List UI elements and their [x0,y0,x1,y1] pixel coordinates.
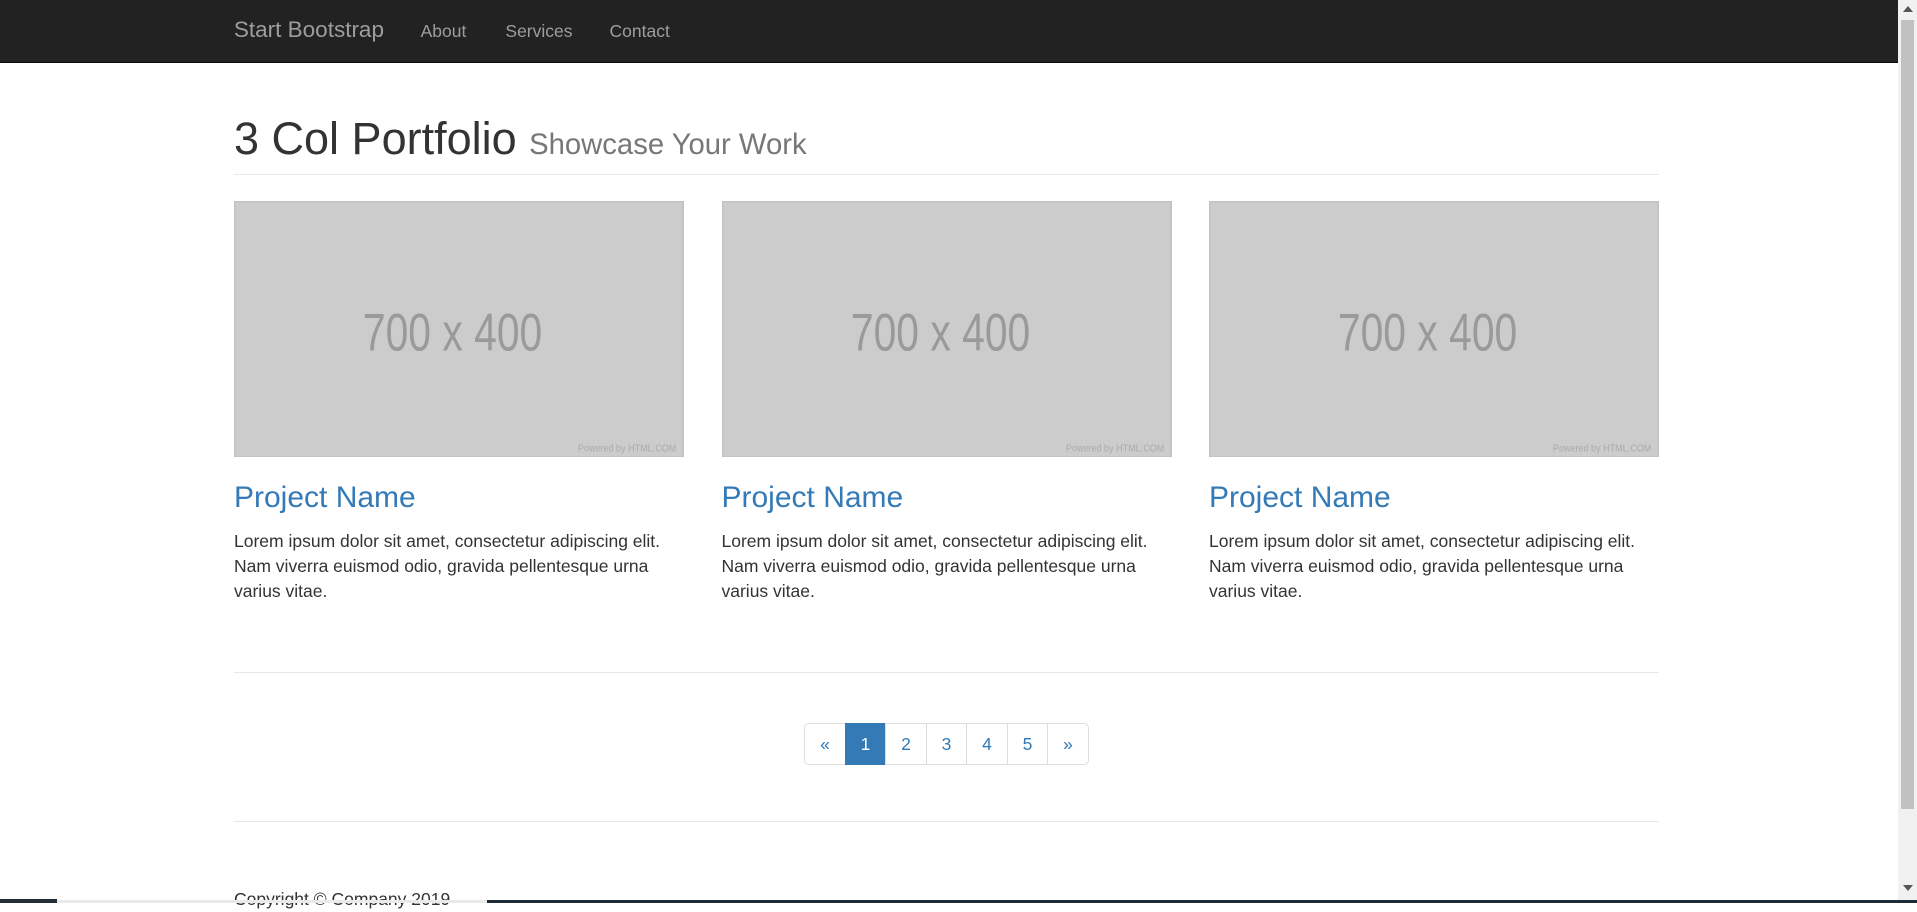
svg-text:700 x 400: 700 x 400 [363,303,542,362]
svg-text:Powered by HTML.COM: Powered by HTML.COM [1065,443,1163,454]
svg-text:Powered by HTML.COM: Powered by HTML.COM [578,443,676,454]
svg-text:700 x 400: 700 x 400 [1338,303,1517,362]
svg-text:700 x 400: 700 x 400 [850,303,1029,362]
svg-text:Powered by HTML.COM: Powered by HTML.COM [1553,443,1651,454]
